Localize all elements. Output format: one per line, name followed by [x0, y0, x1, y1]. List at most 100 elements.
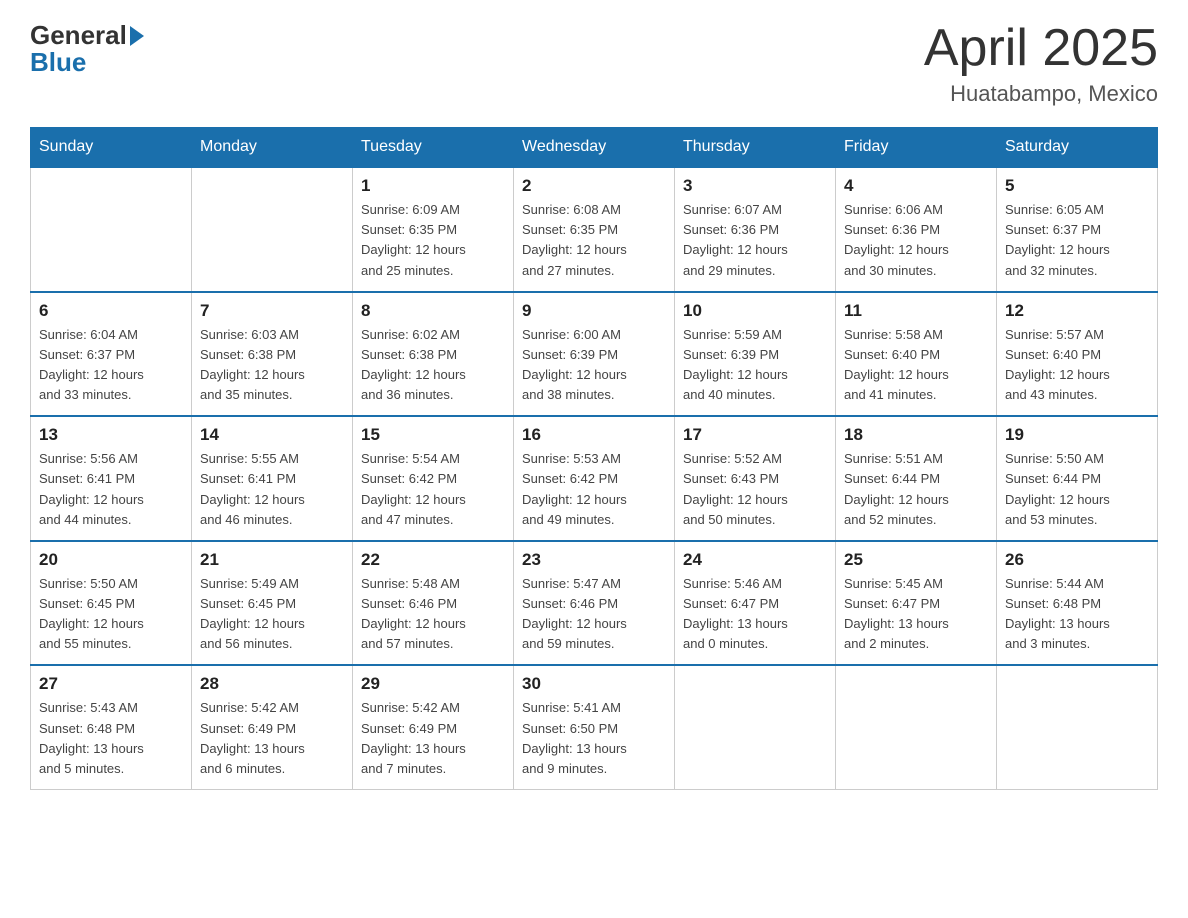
- day-number: 4: [844, 176, 988, 196]
- calendar-cell: 16Sunrise: 5:53 AMSunset: 6:42 PMDayligh…: [514, 416, 675, 541]
- logo-block: General Blue: [30, 20, 144, 78]
- calendar-cell: 18 Sunrise: 5:51 AMSunset: 6:44 PMDayligh…: [836, 416, 997, 541]
- day-number: 20: [39, 550, 183, 570]
- day-number: 17: [683, 425, 827, 445]
- day-number: 26: [1005, 550, 1149, 570]
- day-info: Sunrise: 5:42 AMSunset: 6:49 PMDaylight:…: [200, 698, 344, 779]
- day-number: 21: [200, 550, 344, 570]
- logo-arrow-icon: [130, 26, 144, 46]
- title-section: April 2025 Huatabampo, Mexico: [924, 20, 1158, 107]
- day-number: 13: [39, 425, 183, 445]
- calendar-cell: 17 Sunrise: 5:52 AMSunset: 6:43 PMDayligh…: [675, 416, 836, 541]
- calendar-cell: 4 Sunrise: 6:06 AMSunset: 6:36 PMDaylight…: [836, 167, 997, 292]
- calendar-cell: 9Sunrise: 6:00 AMSunset: 6:39 PMDaylight…: [514, 292, 675, 417]
- logo-text-general: General: [30, 20, 127, 50]
- header-tuesday: Tuesday: [353, 128, 514, 168]
- day-number: 27: [39, 674, 183, 694]
- calendar-cell: 28 Sunrise: 5:42 AMSunset: 6:49 PMDayligh…: [192, 665, 353, 789]
- day-info: Sunrise: 6:07 AMSunset: 6:36 PMDaylight:…: [683, 200, 827, 281]
- day-number: 2: [522, 176, 666, 196]
- day-info: Sunrise: 6:00 AMSunset: 6:39 PMDaylight:…: [522, 325, 666, 406]
- calendar-week-3: 13 Sunrise: 5:56 AMSunset: 6:41 PMDayligh…: [31, 416, 1158, 541]
- main-title: April 2025: [924, 20, 1158, 77]
- header-row: Sunday Monday Tuesday Wednesday Thursday…: [31, 128, 1158, 168]
- calendar-cell: 27Sunrise: 5:43 AMSunset: 6:48 PMDayligh…: [31, 665, 192, 789]
- calendar-cell: 5Sunrise: 6:05 AMSunset: 6:37 PMDaylight…: [997, 167, 1158, 292]
- day-info: Sunrise: 5:50 AMSunset: 6:44 PMDaylight:…: [1005, 449, 1149, 530]
- day-number: 19: [1005, 425, 1149, 445]
- page-header: General Blue April 2025 Huatabampo, Mexi…: [30, 20, 1158, 107]
- day-info: Sunrise: 5:44 AMSunset: 6:48 PMDaylight:…: [1005, 574, 1149, 655]
- day-info: Sunrise: 5:52 AMSunset: 6:43 PMDaylight:…: [683, 449, 827, 530]
- calendar-cell: [675, 665, 836, 789]
- day-info: Sunrise: 5:56 AMSunset: 6:41 PMDaylight:…: [39, 449, 183, 530]
- calendar-week-1: 1Sunrise: 6:09 AMSunset: 6:35 PMDaylight…: [31, 167, 1158, 292]
- calendar-cell: 20 Sunrise: 5:50 AMSunset: 6:45 PMDayligh…: [31, 541, 192, 666]
- calendar-body: 1Sunrise: 6:09 AMSunset: 6:35 PMDaylight…: [31, 167, 1158, 789]
- day-info: Sunrise: 5:42 AMSunset: 6:49 PMDaylight:…: [361, 698, 505, 779]
- day-info: Sunrise: 5:47 AMSunset: 6:46 PMDaylight:…: [522, 574, 666, 655]
- day-number: 15: [361, 425, 505, 445]
- logo: General Blue: [30, 20, 144, 78]
- calendar-cell: 21Sunrise: 5:49 AMSunset: 6:45 PMDayligh…: [192, 541, 353, 666]
- day-number: 25: [844, 550, 988, 570]
- day-info: Sunrise: 6:04 AMSunset: 6:37 PMDaylight:…: [39, 325, 183, 406]
- logo-text-blue: Blue: [30, 47, 144, 78]
- day-number: 10: [683, 301, 827, 321]
- day-number: 14: [200, 425, 344, 445]
- calendar-cell: 6Sunrise: 6:04 AMSunset: 6:37 PMDaylight…: [31, 292, 192, 417]
- calendar-cell: 29Sunrise: 5:42 AMSunset: 6:49 PMDayligh…: [353, 665, 514, 789]
- day-info: Sunrise: 5:55 AMSunset: 6:41 PMDaylight:…: [200, 449, 344, 530]
- day-info: Sunrise: 5:54 AMSunset: 6:42 PMDaylight:…: [361, 449, 505, 530]
- header-sunday: Sunday: [31, 128, 192, 168]
- day-number: 30: [522, 674, 666, 694]
- calendar-cell: 26 Sunrise: 5:44 AMSunset: 6:48 PMDayligh…: [997, 541, 1158, 666]
- calendar-table: Sunday Monday Tuesday Wednesday Thursday…: [30, 127, 1158, 790]
- day-info: Sunrise: 5:59 AMSunset: 6:39 PMDaylight:…: [683, 325, 827, 406]
- day-info: Sunrise: 5:58 AMSunset: 6:40 PMDaylight:…: [844, 325, 988, 406]
- day-info: Sunrise: 6:02 AMSunset: 6:38 PMDaylight:…: [361, 325, 505, 406]
- calendar-cell: 24Sunrise: 5:46 AMSunset: 6:47 PMDayligh…: [675, 541, 836, 666]
- day-number: 28: [200, 674, 344, 694]
- calendar-cell: 7 Sunrise: 6:03 AMSunset: 6:38 PMDaylight…: [192, 292, 353, 417]
- day-number: 7: [200, 301, 344, 321]
- day-info: Sunrise: 5:45 AMSunset: 6:47 PMDaylight:…: [844, 574, 988, 655]
- header-saturday: Saturday: [997, 128, 1158, 168]
- day-info: Sunrise: 5:53 AMSunset: 6:42 PMDaylight:…: [522, 449, 666, 530]
- day-info: Sunrise: 5:41 AMSunset: 6:50 PMDaylight:…: [522, 698, 666, 779]
- calendar-cell: 19 Sunrise: 5:50 AMSunset: 6:44 PMDayligh…: [997, 416, 1158, 541]
- day-info: Sunrise: 5:50 AMSunset: 6:45 PMDaylight:…: [39, 574, 183, 655]
- header-monday: Monday: [192, 128, 353, 168]
- calendar-cell: 14 Sunrise: 5:55 AMSunset: 6:41 PMDayligh…: [192, 416, 353, 541]
- calendar-cell: [192, 167, 353, 292]
- day-number: 11: [844, 301, 988, 321]
- day-number: 18: [844, 425, 988, 445]
- calendar-cell: 8Sunrise: 6:02 AMSunset: 6:38 PMDaylight…: [353, 292, 514, 417]
- calendar-cell: 15 Sunrise: 5:54 AMSunset: 6:42 PMDayligh…: [353, 416, 514, 541]
- subtitle: Huatabampo, Mexico: [924, 81, 1158, 107]
- calendar-cell: 25 Sunrise: 5:45 AMSunset: 6:47 PMDayligh…: [836, 541, 997, 666]
- day-number: 22: [361, 550, 505, 570]
- calendar-cell: 22 Sunrise: 5:48 AMSunset: 6:46 PMDayligh…: [353, 541, 514, 666]
- header-thursday: Thursday: [675, 128, 836, 168]
- day-info: Sunrise: 6:08 AMSunset: 6:35 PMDaylight:…: [522, 200, 666, 281]
- day-info: Sunrise: 6:06 AMSunset: 6:36 PMDaylight:…: [844, 200, 988, 281]
- day-number: 5: [1005, 176, 1149, 196]
- calendar-cell: [31, 167, 192, 292]
- calendar-cell: [836, 665, 997, 789]
- day-info: Sunrise: 6:03 AMSunset: 6:38 PMDaylight:…: [200, 325, 344, 406]
- day-number: 3: [683, 176, 827, 196]
- day-info: Sunrise: 5:57 AMSunset: 6:40 PMDaylight:…: [1005, 325, 1149, 406]
- calendar-cell: 3 Sunrise: 6:07 AMSunset: 6:36 PMDaylight…: [675, 167, 836, 292]
- day-number: 1: [361, 176, 505, 196]
- calendar-header: Sunday Monday Tuesday Wednesday Thursday…: [31, 128, 1158, 168]
- day-number: 24: [683, 550, 827, 570]
- header-friday: Friday: [836, 128, 997, 168]
- day-info: Sunrise: 5:48 AMSunset: 6:46 PMDaylight:…: [361, 574, 505, 655]
- calendar-week-2: 6Sunrise: 6:04 AMSunset: 6:37 PMDaylight…: [31, 292, 1158, 417]
- day-number: 12: [1005, 301, 1149, 321]
- header-wednesday: Wednesday: [514, 128, 675, 168]
- day-info: Sunrise: 5:51 AMSunset: 6:44 PMDaylight:…: [844, 449, 988, 530]
- calendar-cell: [997, 665, 1158, 789]
- calendar-week-5: 27Sunrise: 5:43 AMSunset: 6:48 PMDayligh…: [31, 665, 1158, 789]
